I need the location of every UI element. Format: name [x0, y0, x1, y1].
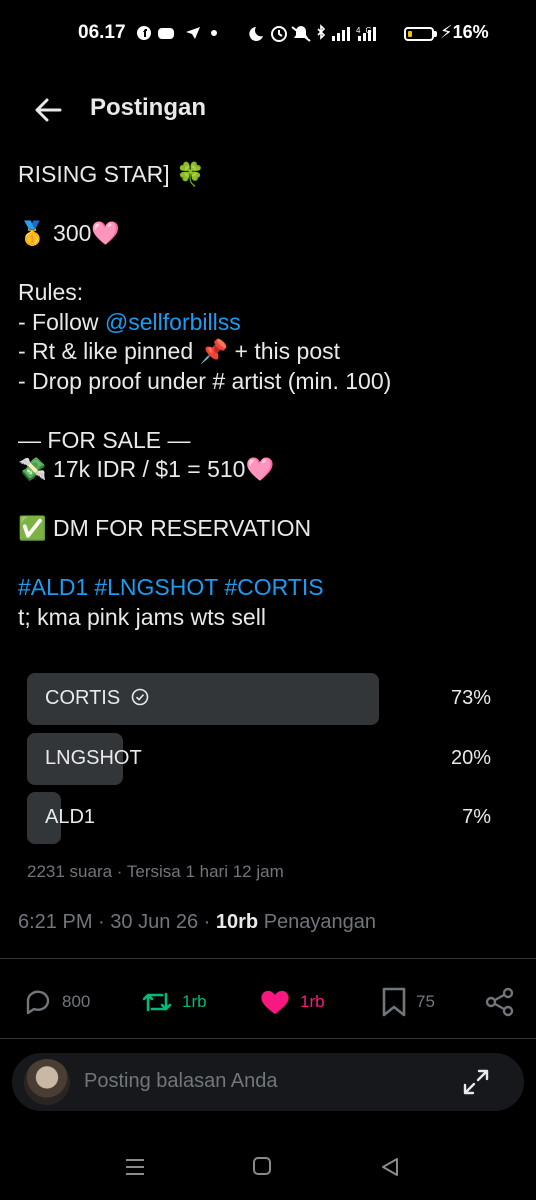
post-line: - Rt & like pinned 📌 + this post [18, 338, 341, 364]
like-count: 1rb [300, 992, 325, 1011]
battery-tip [434, 31, 437, 37]
poll-option: ALD1 7% [27, 792, 491, 844]
post-line: RISING STAR] 🍀 [18, 161, 205, 187]
repost-count: 1rb [182, 992, 207, 1011]
views-label: Penayangan [263, 911, 377, 933]
system-icons: 4G [246, 24, 402, 48]
post-line: Rules: [18, 279, 84, 305]
page-title: Postingan [90, 94, 207, 121]
poll-votes: 2231 suara [27, 862, 113, 881]
poll-option: LNGSHOT 20% [27, 733, 491, 785]
notification-icons [136, 24, 232, 46]
poll-option-text: CORTIS [45, 687, 121, 709]
reply-button[interactable]: 800 [22, 985, 90, 1019]
poll-option-percent: 20% [450, 747, 491, 769]
hashtags-line: #ALD1 #LNGSHOT #CORTIS [18, 573, 518, 603]
hashtag-link[interactable]: #LNGSHOT [94, 574, 218, 600]
mention-link[interactable]: @sellforbillss [105, 309, 241, 335]
home-icon[interactable] [252, 1156, 272, 1176]
bookmark-button[interactable]: 75 [380, 985, 435, 1019]
poll-option: CORTIS 73% [27, 673, 491, 725]
back-nav-icon[interactable] [380, 1156, 400, 1178]
post-date: 30 Jun 26 [110, 911, 199, 933]
reply-count: 800 [62, 992, 91, 1011]
charging-icon: ⚡ [440, 22, 453, 42]
avatar [24, 1059, 70, 1105]
hashtag-link[interactable]: #CORTIS [224, 574, 323, 600]
like-button[interactable]: 1rb [258, 985, 325, 1019]
repost-button[interactable]: 1rb [140, 985, 207, 1019]
poll-option-percent: 7% [462, 806, 491, 828]
poll-remaining: Tersisa 1 hari 12 jam [126, 862, 284, 881]
battery-percent: ⚡16% [440, 22, 489, 43]
post-time: 6:21 PM [18, 911, 93, 933]
divider [0, 1038, 536, 1039]
divider [0, 958, 536, 959]
system-status-icons: 4G [249, 24, 376, 42]
reply-icon [26, 990, 50, 1015]
post-line: — FOR SALE — [18, 426, 191, 453]
app-notification-icons [137, 26, 217, 40]
repost-icon [142, 992, 172, 1012]
post-text-span: - Follow [18, 308, 105, 335]
share-icon [485, 987, 514, 1017]
back-arrow-icon [35, 98, 62, 122]
poll-meta: 2231 suara · Tersisa 1 hari 12 jam [27, 862, 284, 881]
hashtag-link[interactable]: #ALD1 [18, 574, 88, 600]
share-button[interactable] [484, 985, 516, 1019]
post-text: RISING STAR] 🍀 🥇 300🩷 Rules: - Follow @s… [18, 160, 518, 632]
poll-option-label: ALD1 [45, 806, 96, 828]
poll-option-label: CORTIS [45, 687, 149, 710]
reply-input-placeholder[interactable]: Posting balasan Anda [84, 1070, 278, 1093]
views-count[interactable]: 10rb [216, 911, 258, 933]
post-line: - Follow @sellforbillss [18, 308, 518, 338]
poll-option-label: LNGSHOT [45, 747, 142, 769]
expand-icon[interactable] [460, 1066, 492, 1098]
back-button[interactable] [30, 92, 66, 128]
post-line: 💸 17k IDR / $1 = 510🩷 [18, 456, 275, 482]
menu-icon[interactable] [124, 1156, 146, 1178]
check-circle-icon [131, 688, 149, 706]
reply-composer[interactable]: Posting balasan Anda [12, 1053, 524, 1111]
poll-option-percent: 73% [450, 687, 491, 709]
post-line: - Drop proof under # artist (min. 100) [18, 367, 392, 394]
post-line: ✅ DM FOR RESERVATION [18, 515, 312, 541]
bookmark-icon [382, 987, 406, 1017]
post-line: 🥇 300🩷 [18, 220, 121, 246]
status-time: 06.17 [78, 22, 126, 43]
post-timestamp: 6:21 PM · 30 Jun 26 · 10rb Penayangan [18, 911, 377, 933]
bookmark-count: 75 [416, 992, 435, 1011]
heart-icon [261, 990, 289, 1014]
status-bar: 06.17 4G ⚡16% [0, 0, 536, 66]
post-line: t; kma pink jams wts sell [18, 603, 266, 630]
battery-percent-text: 16% [452, 22, 489, 42]
battery-icon [404, 27, 434, 41]
